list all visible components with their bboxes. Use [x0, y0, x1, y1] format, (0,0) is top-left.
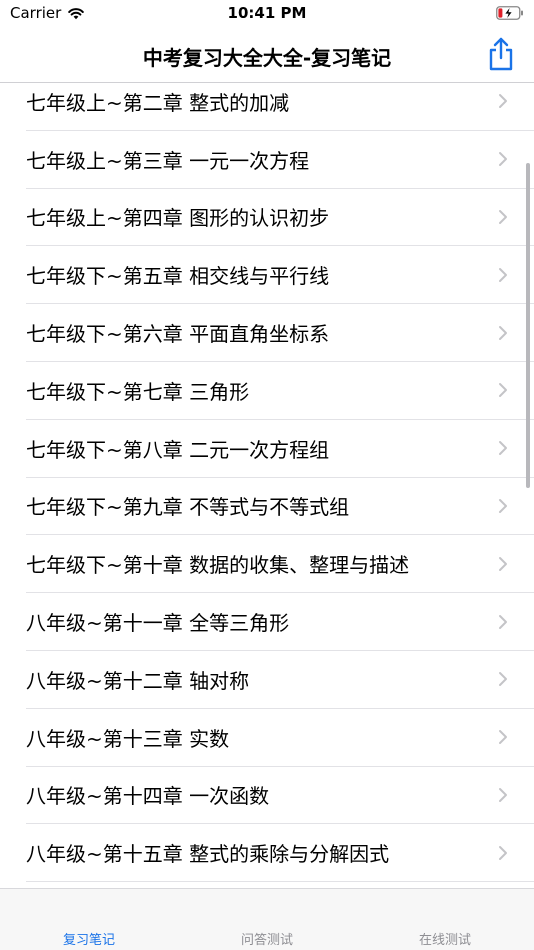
chevron-right-icon — [499, 94, 507, 109]
chevron-right-icon — [499, 498, 507, 513]
chevron-right-icon — [499, 383, 507, 398]
chevron-right-icon — [499, 267, 507, 282]
list-item[interactable]: 八年级~第十三章 实数 — [26, 709, 534, 767]
list-item[interactable]: 七年级上~第三章 一元一次方程 — [26, 131, 534, 189]
tab-qa-test[interactable]: 问答测试 — [178, 929, 356, 948]
list-item-label: 八年级~第十二章 轴对称 — [26, 668, 250, 693]
list-item-label: 八年级~第十三章 实数 — [26, 726, 230, 751]
list-item-label: 七年级上~第三章 一元一次方程 — [26, 148, 310, 173]
list-item-label: 七年级上~第二章 整式的加减 — [26, 90, 290, 115]
list-item-label: 七年级下~第五章 相交线与平行线 — [26, 264, 330, 289]
list-item-label: 七年级下~第九章 不等式与不等式组 — [26, 495, 350, 520]
share-button[interactable] — [484, 36, 518, 72]
list-item-label: 七年级上~第四章 图形的认识初步 — [26, 206, 330, 231]
list-item-label: 八年级~第十一章 全等三角形 — [26, 611, 290, 636]
list-item[interactable]: 八年级~第十二章 轴对称 — [26, 651, 534, 709]
chevron-right-icon — [499, 209, 507, 224]
chevron-right-icon — [499, 325, 507, 340]
list-item[interactable]: 八年级~第十四章 一次函数 — [26, 767, 534, 825]
scroll-indicator[interactable] — [526, 163, 530, 488]
list-item-label: 七年级下~第七章 三角形 — [26, 379, 250, 404]
tab-online-test[interactable]: 在线测试 — [356, 929, 534, 948]
list-item-label: 八年级~第十五章 整式的乘除与分解因式 — [26, 842, 390, 867]
app-screen: Carrier 10:41 PM 中考复习大全大全-复习笔记 七年级上~第二章 … — [0, 0, 534, 950]
chevron-right-icon — [499, 556, 507, 571]
list-item[interactable]: 七年级上~第四章 图形的认识初步 — [26, 189, 534, 247]
page-title: 中考复习大全大全-复习笔记 — [142, 46, 392, 70]
chevron-right-icon — [499, 845, 507, 860]
list-item-label: 七年级下~第八章 二元一次方程组 — [26, 437, 330, 462]
chevron-right-icon — [499, 730, 507, 745]
list-item[interactable]: 七年级下~第五章 相交线与平行线 — [26, 246, 534, 305]
list-item[interactable]: 七年级下~第六章 平面直角坐标系 — [26, 304, 534, 362]
chapter-list-content: 七年级上~第二章 整式的加减 七年级上~第三章 一元一次方程 七年级上~第四章 图形… — [0, 73, 534, 883]
chevron-right-icon — [499, 787, 507, 802]
tab-review-notes[interactable]: 复习笔记 — [0, 929, 178, 948]
chevron-right-icon — [499, 672, 507, 687]
status-time: 10:41 PM — [227, 4, 307, 22]
status-bar: Carrier 10:41 PM — [0, 0, 534, 30]
tab-bar: 复习笔记 问答测试 在线测试 — [0, 888, 534, 950]
list-item-label: 七年级下~第六章 平面直角坐标系 — [26, 322, 330, 347]
list-item[interactable]: 七年级下~第七章 三角形 — [26, 362, 534, 420]
list-item[interactable]: 七年级下~第十章 数据的收集、整理与描述 — [26, 535, 534, 594]
list-item[interactable]: 七年级下~第八章 二元一次方程组 — [26, 420, 534, 478]
share-icon — [489, 37, 513, 71]
list-item-label: 七年级下~第十章 数据的收集、整理与描述 — [26, 553, 410, 578]
list-item[interactable]: 七年级上~第二章 整式的加减 — [26, 73, 534, 131]
list-item-label: 八年级~第十四章 一次函数 — [26, 784, 270, 809]
list-item[interactable]: 八年级~第十一章 全等三角形 — [26, 593, 534, 651]
list-item[interactable]: 七年级下~第九章 不等式与不等式组 — [26, 478, 534, 536]
chevron-right-icon — [499, 152, 507, 167]
chevron-right-icon — [499, 441, 507, 456]
chapter-list[interactable]: 七年级上~第二章 整式的加减 七年级上~第三章 一元一次方程 七年级上~第四章 图形… — [0, 73, 534, 888]
list-item[interactable]: 八年级~第十五章 整式的乘除与分解因式 — [26, 824, 534, 883]
chevron-right-icon — [499, 614, 507, 629]
battery-charging-icon — [496, 6, 523, 20]
